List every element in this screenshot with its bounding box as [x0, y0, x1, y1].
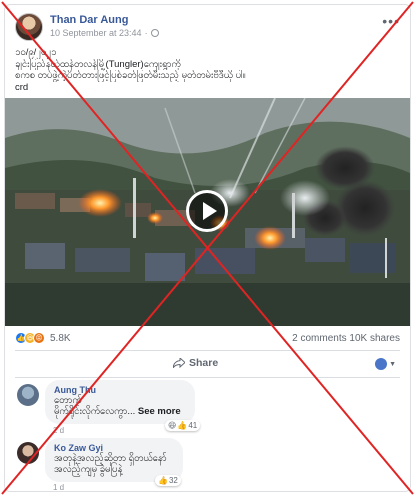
comment-text: တောက်	[54, 395, 82, 406]
comment-time[interactable]: 1 d	[53, 483, 64, 491]
reaction-count: 5.8K	[50, 332, 71, 344]
chevron-down-icon: ▼	[389, 360, 396, 368]
author-name[interactable]: Than Dar Aung	[50, 14, 128, 26]
comment-bubble: Aung Thu တောက် မိုက်ရိုင်းလိုက်လေကွာ... …	[45, 380, 195, 424]
caption-line: ချင်းပြည်နယ်ထန်တလန်မြို့(Tungler)ကျေးရွာ…	[15, 58, 181, 70]
like-icon: 👍	[177, 421, 188, 430]
comments-count-link[interactable]: 2 comments	[292, 333, 346, 344]
commenter-name[interactable]: Aung Thu	[54, 385, 186, 395]
haha-icon: 😆	[168, 421, 177, 430]
comments-shares-count: 2 comments 10K shares	[292, 333, 400, 344]
commenter-avatar[interactable]	[17, 384, 39, 406]
comment-time[interactable]: 2 d	[53, 426, 64, 435]
post-caption: ၁၀/၉/၂၀၂၁ ချင်းပြည်နယ်ထန်တလန်မြို့(Tungl…	[15, 47, 400, 93]
audience-selector-icon[interactable]: ▼	[375, 358, 396, 370]
share-button[interactable]: Share	[173, 357, 218, 369]
share-icon	[173, 358, 185, 368]
post-header: Than Dar Aung 10 September at 23:44 · ••…	[15, 13, 400, 43]
author-avatar[interactable]	[15, 13, 43, 41]
comment-text-line: မိုက်ရိုင်းလိုက်လေကွာ... See more	[54, 406, 186, 417]
more-options-icon[interactable]: •••	[382, 13, 400, 29]
share-label: Share	[189, 357, 219, 369]
action-bar: Share ▼	[5, 353, 410, 377]
comment-reactions[interactable]: 😆 👍 41	[165, 420, 201, 431]
caption-line: စကစ တပ်ဖွဲ့ကဲ့ပိတ်တားဖြင့်ပြစ်ခတ်ဖြတ်မီး…	[15, 70, 246, 81]
caption-line: crd	[15, 81, 29, 93]
comment-item: Aung Thu တောက် မိုက်ရိုင်းလိုက်လေကွာ... …	[17, 380, 400, 435]
comment-reaction-count: 32	[168, 476, 178, 485]
comment-text: အလည့်ကျမှ ခွဲမပြနဲ့	[54, 464, 123, 475]
caption-line: ၁၀/၉/၂၀၂၁	[15, 47, 57, 58]
commenter-name[interactable]: Ko Zaw Gyi	[54, 443, 174, 453]
post-meta: 10 September at 23:44 ·	[50, 28, 159, 38]
see-more-link[interactable]: See more	[138, 406, 181, 417]
post-timestamp[interactable]: 10 September at 23:44	[50, 28, 142, 38]
commenter-avatar[interactable]	[17, 442, 39, 464]
shares-count-link[interactable]: 10K shares	[349, 333, 400, 344]
play-icon[interactable]	[186, 190, 228, 232]
engagement-stats: 👍 😆 😡 5.8K 2 comments 10K shares	[15, 331, 400, 347]
facebook-post: Than Dar Aung 10 September at 23:44 · ••…	[4, 4, 411, 492]
like-icon: 👍	[158, 476, 168, 485]
divider	[15, 350, 400, 351]
comment-text: မိုက်ရိုင်းလိုက်လေကွာ...	[54, 406, 136, 417]
globe-icon	[150, 29, 159, 37]
comment-item: Ko Zaw Gyi အတုနဲ့အလည့်ဆိုတာ ရှိတယ်နော် အ…	[17, 438, 400, 491]
angry-icon: 😡	[33, 332, 45, 344]
video-player[interactable]	[5, 98, 410, 326]
comments-section: Aung Thu တောက် မိုက်ရိုင်းလိုက်လေကွာ... …	[5, 380, 410, 491]
comment-text: အတုနဲ့အလည့်ဆိုတာ ရှိတယ်နော်	[54, 453, 167, 464]
divider	[15, 377, 400, 378]
comment-reaction-count: 41	[188, 421, 198, 430]
reaction-summary[interactable]: 👍 😆 😡 5.8K	[15, 332, 71, 344]
comment-reactions[interactable]: 👍 32	[155, 475, 181, 486]
audience-avatar	[375, 358, 388, 370]
